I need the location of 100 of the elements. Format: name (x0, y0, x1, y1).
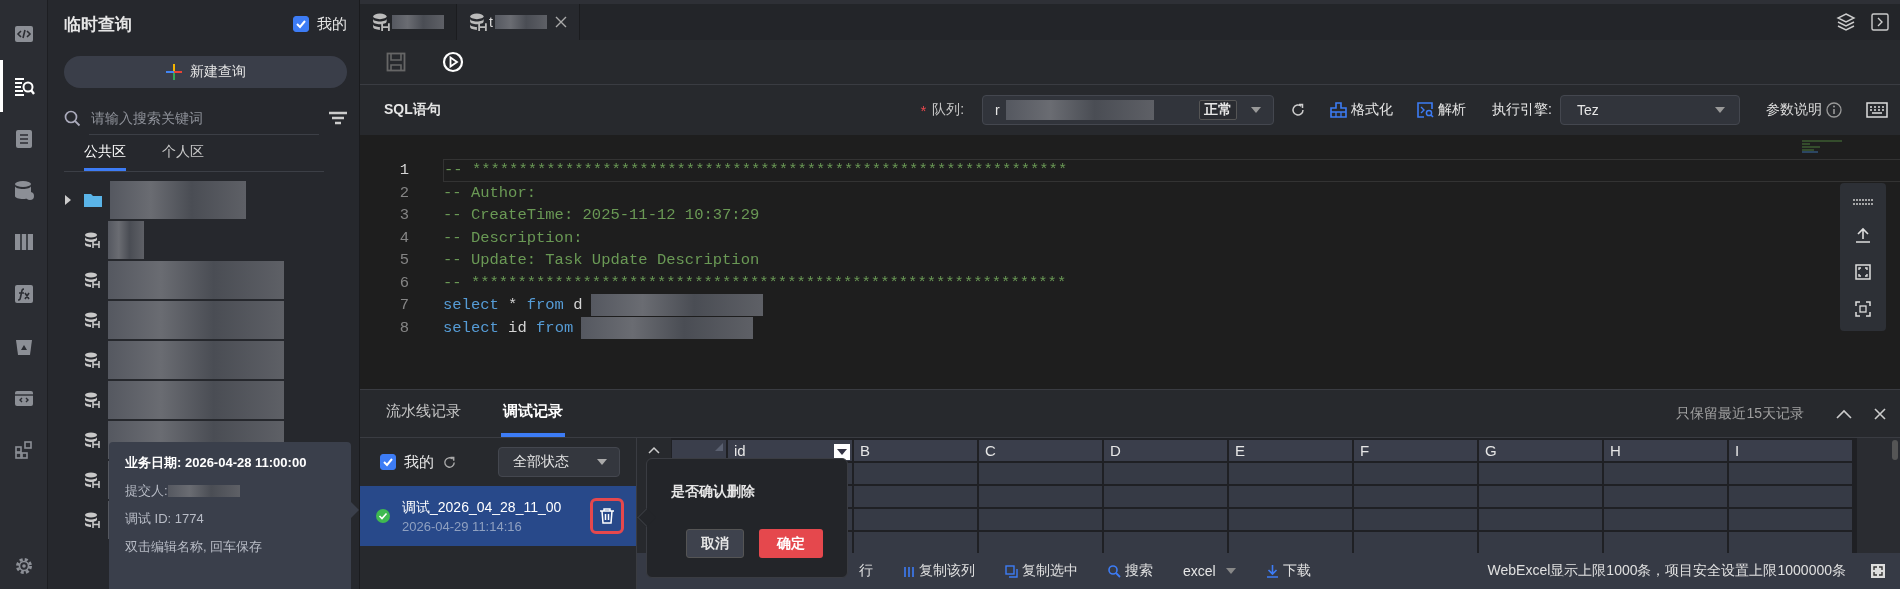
download-button[interactable]: 下载 (1265, 562, 1311, 580)
database-icon (84, 392, 100, 408)
dropdown-icon (597, 459, 607, 465)
column-header[interactable]: E (1229, 440, 1352, 461)
collapse-icon[interactable] (1836, 408, 1852, 419)
caret-icon[interactable] (64, 195, 72, 205)
line-number: 7 (398, 295, 409, 316)
retention-note: 只保留最近15天记录 (1676, 404, 1804, 423)
blurred-label (108, 221, 144, 259)
engine-select[interactable]: Tez (1560, 95, 1740, 125)
cancel-button[interactable]: 取消 (686, 529, 744, 558)
format-select[interactable]: excel (1183, 563, 1236, 579)
analyze-icon (1417, 102, 1435, 118)
grid-action[interactable]: 行 (859, 562, 873, 580)
database-icon (84, 352, 100, 368)
new-query-button[interactable]: 新建查询 (64, 56, 347, 88)
fullscreen-icon[interactable] (1870, 563, 1886, 579)
parse-button[interactable]: 解析 (1417, 101, 1467, 119)
dropdown-icon (1251, 107, 1262, 113)
fit-icon[interactable] (1855, 263, 1871, 280)
filter-icon[interactable] (329, 111, 347, 125)
close-icon[interactable] (554, 16, 567, 28)
info-icon[interactable] (1826, 102, 1842, 118)
column-header[interactable]: F (1354, 440, 1477, 461)
search-icon (64, 109, 81, 127)
limit-note: WebExcel显示上限1000条，项目安全设置上限1000000条 (1487, 562, 1846, 580)
line-number: 5 (398, 250, 409, 271)
params-help-link[interactable]: 参数说明 (1766, 101, 1822, 119)
run-icon[interactable] (442, 51, 464, 73)
brush-icon (1330, 102, 1348, 118)
area-tab[interactable]: 个人区 (162, 136, 204, 171)
folder-icon (84, 193, 102, 207)
line-number: 1 (398, 160, 409, 181)
close-icon[interactable] (1874, 407, 1886, 420)
dropdown-icon (1225, 568, 1236, 574)
download-icon (1265, 564, 1279, 578)
mine-checkbox[interactable]: 我的 (293, 14, 347, 34)
database-icon (84, 432, 100, 448)
code-line: -- Author: (443, 182, 536, 204)
line-number: 3 (398, 205, 409, 226)
column-header[interactable]: D (1104, 440, 1227, 461)
required-mark: * (920, 101, 927, 119)
code-line: -- **************************************************************** (443, 272, 1067, 294)
column-header[interactable]: B (854, 440, 977, 461)
collapse-icon[interactable] (648, 446, 660, 454)
queue-label: 队列: (932, 101, 965, 119)
delete-button[interactable] (590, 498, 624, 534)
area-tab[interactable]: 公共区 (84, 136, 126, 171)
column-header[interactable]: H (1604, 440, 1727, 461)
debug-id: 调试 ID: 1774 (125, 510, 205, 528)
keyboard-icon[interactable] (1852, 197, 1874, 206)
status-select[interactable]: 全部状态 (498, 447, 620, 477)
filter-dropdown-icon[interactable] (834, 444, 850, 460)
scrollbar[interactable] (1857, 438, 1900, 553)
tooltip-hint: 双击编辑名称, 回车保存 (125, 538, 264, 556)
grid-action[interactable]: 搜索 (1108, 562, 1153, 580)
line-number: 8 (398, 317, 409, 339)
column-header[interactable]: G (1479, 440, 1602, 461)
code-icon (12, 23, 35, 45)
line-number: 2 (398, 182, 409, 204)
mine-checkbox[interactable]: 我的 (380, 452, 434, 472)
database-icon (84, 232, 100, 248)
upload-icon[interactable] (1855, 226, 1871, 243)
editor-tab[interactable]: t (457, 4, 580, 40)
keyboard-icon[interactable] (1866, 102, 1888, 118)
submitter-label: 提交人: (125, 482, 168, 500)
dropdown-icon (1715, 107, 1725, 113)
section-title: SQL语句 (384, 101, 441, 119)
search-icon (1108, 564, 1121, 578)
engine-label: 执行引擎: (1492, 101, 1552, 119)
layers-icon[interactable] (1836, 12, 1856, 32)
format-button[interactable]: 格式化 (1330, 101, 1394, 119)
refresh-icon[interactable] (1290, 102, 1307, 118)
columns-icon (12, 231, 35, 253)
refresh-icon[interactable] (442, 454, 457, 470)
database-icon (469, 13, 487, 31)
grid-action[interactable]: 复制该列 (903, 562, 975, 580)
column-header[interactable]: I (1729, 440, 1852, 461)
record-tab[interactable]: 流水线记录 (384, 390, 463, 437)
trash-icon (600, 508, 614, 524)
function-icon (12, 283, 35, 305)
database-icon (84, 512, 100, 528)
database-icon (84, 472, 100, 488)
code-line: select * from d (443, 295, 583, 316)
expand-panel-icon[interactable] (1870, 12, 1890, 32)
fullscreen-icon[interactable] (1855, 300, 1871, 317)
line-number: 4 (398, 227, 409, 249)
column-header[interactable]: C (979, 440, 1102, 461)
confirm-button[interactable]: 确定 (759, 529, 823, 558)
panel-title: 临时查询 (64, 13, 133, 36)
search-field[interactable]: 请输入搜索关键词 (89, 101, 319, 135)
grid-action[interactable]: 复制选中 (1005, 562, 1078, 580)
record-tab[interactable]: 调试记录 (501, 390, 565, 437)
debug-record[interactable]: 调试_2026_04_28_11_00 2026-04-29 11:14:16 (360, 486, 636, 546)
database-icon (372, 13, 390, 31)
confirm-message: 是否确认删除 (671, 483, 756, 501)
blurred-label (494, 15, 547, 29)
queue-select[interactable]: r 正常 (982, 95, 1275, 125)
status-tag: 正常 (1199, 100, 1238, 120)
save-icon[interactable] (386, 52, 406, 72)
